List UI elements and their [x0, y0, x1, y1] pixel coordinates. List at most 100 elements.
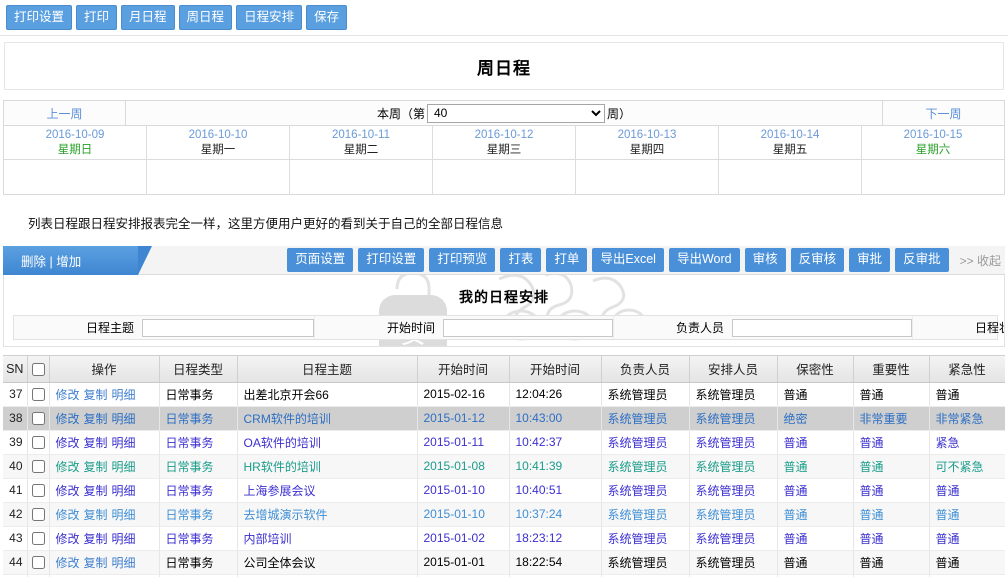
column-header-date[interactable]: 开始时间 — [417, 356, 510, 383]
op-link-0[interactable]: 修改 — [56, 412, 80, 426]
op-link-0[interactable]: 修改 — [56, 436, 80, 450]
day-header-2016-10-09[interactable]: 2016-10-09 星期日 — [4, 126, 147, 160]
op-link-1[interactable]: 复制 — [84, 388, 108, 402]
column-header-ops[interactable]: 操作 — [49, 356, 160, 383]
op-link-2[interactable]: 明细 — [112, 388, 136, 402]
row-checkbox[interactable] — [31, 532, 45, 546]
column-header-check[interactable] — [27, 356, 50, 383]
op-link-0[interactable]: 修改 — [56, 460, 80, 474]
row-checkbox-cell[interactable] — [27, 502, 50, 527]
day-slot-2016-10-09[interactable] — [4, 160, 147, 195]
print-setup-button[interactable]: 打印设置 — [358, 248, 425, 272]
print-table-button[interactable]: 打表 — [500, 248, 542, 272]
op-link-1[interactable]: 复制 — [84, 436, 108, 450]
column-header-type[interactable]: 日程类型 — [159, 356, 238, 383]
collapse-link[interactable]: >> 收起 — [954, 252, 1001, 269]
op-link-1[interactable]: 复制 — [84, 532, 108, 546]
print-settings-button[interactable]: 打印设置 — [6, 4, 73, 31]
op-link-0[interactable]: 修改 — [56, 532, 80, 546]
table-row[interactable]: 42 修改 复制 明细 日常事务 去增城演示软件 2015-01-10 10:37:24 系统管… — [3, 502, 1005, 527]
column-header-secrecy[interactable]: 保密性 — [777, 356, 854, 383]
audit-button[interactable]: 审核 — [744, 248, 786, 272]
op-link-2[interactable]: 明细 — [112, 460, 136, 474]
row-checkbox[interactable] — [31, 460, 45, 474]
day-header-2016-10-11[interactable]: 2016-10-11 星期二 — [290, 126, 433, 160]
approve-button[interactable]: 审批 — [849, 248, 891, 272]
unaudit-button[interactable]: 反审核 — [790, 248, 845, 272]
op-link-0[interactable]: 修改 — [56, 508, 80, 522]
op-link-0[interactable]: 修改 — [56, 484, 80, 498]
unapprove-button[interactable]: 反审批 — [895, 248, 949, 272]
day-header-2016-10-15[interactable]: 2016-10-15 星期六 — [862, 126, 1004, 160]
op-link-1[interactable]: 复制 — [84, 412, 108, 426]
next-week-link[interactable]: 下一周 — [882, 101, 1004, 125]
row-checkbox-cell[interactable] — [27, 430, 50, 455]
table-row[interactable]: 39 修改 复制 明细 日常事务 OA软件的培训 2015-01-11 10:42:37 系统管… — [3, 430, 1005, 455]
column-header-urgency[interactable]: 紧急性 — [929, 356, 1005, 383]
day-slot-2016-10-11[interactable] — [290, 160, 433, 195]
owner-filter-input[interactable] — [732, 318, 912, 337]
op-link-2[interactable]: 明细 — [112, 532, 136, 546]
op-link-1[interactable]: 复制 — [84, 508, 108, 522]
day-slot-2016-10-10[interactable] — [147, 160, 290, 195]
day-slot-2016-10-12[interactable] — [433, 160, 576, 195]
day-slot-2016-10-15[interactable] — [862, 160, 1004, 195]
row-checkbox[interactable] — [31, 556, 45, 570]
print-preview-button[interactable]: 打印预览 — [429, 248, 496, 272]
delete-add-tab[interactable]: 删除 | 增加 — [3, 245, 152, 275]
op-link-2[interactable]: 明细 — [112, 436, 136, 450]
op-link-0[interactable]: 修改 — [56, 388, 80, 402]
row-checkbox-cell[interactable] — [27, 526, 50, 551]
start-time-filter-input[interactable] — [443, 318, 613, 337]
subject-filter-input[interactable] — [142, 318, 314, 337]
schedule-arrange-button[interactable]: 日程安排 — [236, 4, 303, 31]
row-checkbox-cell[interactable] — [27, 382, 50, 407]
op-link-2[interactable]: 明细 — [112, 508, 136, 522]
column-header-owner[interactable]: 负责人员 — [601, 356, 690, 383]
op-link-0[interactable]: 修改 — [56, 556, 80, 570]
op-link-2[interactable]: 明细 — [112, 556, 136, 570]
row-checkbox[interactable] — [31, 388, 45, 402]
op-link-2[interactable]: 明细 — [112, 484, 136, 498]
row-checkbox[interactable] — [31, 484, 45, 498]
column-header-importance[interactable]: 重要性 — [853, 356, 930, 383]
select-all-checkbox[interactable] — [31, 362, 45, 376]
day-header-2016-10-14[interactable]: 2016-10-14 星期五 — [719, 126, 862, 160]
day-header-2016-10-12[interactable]: 2016-10-12 星期三 — [433, 126, 576, 160]
row-checkbox[interactable] — [31, 436, 45, 450]
month-schedule-button[interactable]: 月日程 — [121, 4, 175, 31]
op-link-1[interactable]: 复制 — [84, 556, 108, 570]
op-link-2[interactable]: 明细 — [112, 412, 136, 426]
page-setup-button[interactable]: 页面设置 — [287, 248, 354, 272]
column-header-subject[interactable]: 日程主题 — [237, 356, 418, 383]
row-checkbox[interactable] — [31, 508, 45, 522]
week-number-select[interactable]: 3839404142 — [427, 103, 605, 123]
export-word-button[interactable]: 导出Word — [668, 248, 740, 272]
column-header-time[interactable]: 开始时间 — [509, 356, 602, 383]
week-schedule-button[interactable]: 周日程 — [178, 4, 233, 31]
print-button[interactable]: 打印 — [76, 4, 118, 31]
day-slot-2016-10-13[interactable] — [576, 160, 719, 195]
table-row[interactable]: 43 修改 复制 明细 日常事务 内部培训 2015-01-02 18:23:12 系统管理员系… — [3, 526, 1005, 551]
row-checkbox-cell[interactable] — [27, 478, 50, 503]
row-checkbox-cell[interactable] — [27, 406, 50, 431]
day-header-2016-10-13[interactable]: 2016-10-13 星期四 — [576, 126, 719, 160]
row-checkbox[interactable] — [31, 412, 45, 426]
day-header-2016-10-10[interactable]: 2016-10-10 星期一 — [147, 126, 290, 160]
column-header-sn[interactable]: SN — [3, 356, 28, 383]
day-slot-2016-10-14[interactable] — [719, 160, 862, 195]
print-form-button[interactable]: 打单 — [546, 248, 588, 272]
op-link-1[interactable]: 复制 — [84, 460, 108, 474]
row-checkbox-cell[interactable] — [27, 454, 50, 479]
prev-week-link[interactable]: 上一周 — [4, 101, 126, 125]
table-row[interactable]: 40 修改 复制 明细 日常事务 HR软件的培训 2015-01-08 10:41:39 系统管… — [3, 454, 1005, 479]
column-header-arranger[interactable]: 安排人员 — [689, 356, 778, 383]
table-row[interactable]: 44 修改 复制 明细 日常事务 公司全体会议 2015-01-01 18:22:54 系统管理… — [3, 550, 1005, 575]
row-checkbox-cell[interactable] — [27, 550, 50, 575]
export-excel-button[interactable]: 导出Excel — [592, 248, 664, 272]
op-link-1[interactable]: 复制 — [84, 484, 108, 498]
table-row[interactable]: 41 修改 复制 明细 日常事务 上海参展会议 2015-01-10 10:40:51 系统管理… — [3, 478, 1005, 503]
table-row[interactable]: 37 修改 复制 明细 日常事务 出差北京开会66 2015-02-16 12:04:26 系统… — [3, 382, 1005, 407]
save-button[interactable]: 保存 — [306, 4, 348, 31]
table-row[interactable]: 38 修改 复制 明细 日常事务 CRM软件的培训 2015-01-12 10:43:00 系统… — [3, 406, 1005, 431]
